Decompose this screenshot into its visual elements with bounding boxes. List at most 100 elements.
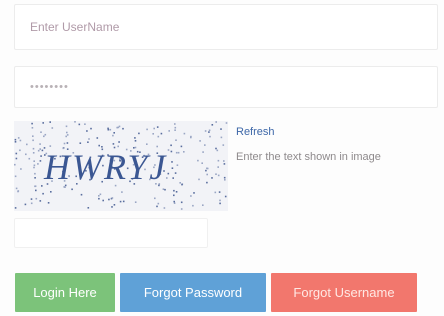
login-form: Enter UserName •••••••• HWRYJ Refresh En…: [0, 0, 444, 316]
captcha-noise-dot: [96, 137, 99, 139]
captcha-noise-dot: [225, 122, 228, 124]
captcha-noise-dot: [171, 167, 174, 169]
captcha-noise-dot: [183, 151, 185, 153]
captcha-noise-dot: [87, 207, 90, 209]
captcha-noise-dot: [180, 145, 183, 148]
forgot-password-button[interactable]: Forgot Password: [120, 273, 266, 312]
captcha-noise-dot: [138, 132, 140, 135]
captcha-noise-dot: [216, 149, 219, 152]
captcha-noise-dot: [205, 169, 207, 172]
captcha-noise-dot: [201, 162, 203, 164]
captcha-noise-dot: [180, 208, 183, 210]
captcha-noise-dot: [164, 188, 166, 191]
captcha-noise-dot: [35, 197, 38, 200]
captcha-noise-dot: [24, 203, 27, 206]
captcha-noise-dot: [17, 190, 19, 193]
captcha-noise-dot: [42, 192, 44, 195]
username-field[interactable]: Enter UserName: [14, 4, 438, 50]
captcha-noise-dot: [66, 142, 69, 144]
captcha-noise-dot: [49, 121, 51, 123]
captcha-input[interactable]: [14, 218, 208, 248]
captcha-noise-dot: [177, 151, 180, 154]
captcha-noise-dot: [122, 127, 124, 130]
captcha-noise-dot: [170, 150, 173, 153]
captcha-noise-dot: [118, 141, 120, 143]
captcha-noise-dot: [51, 127, 54, 129]
password-field[interactable]: ••••••••: [14, 66, 438, 108]
captcha-noise-dot: [153, 127, 155, 130]
captcha-noise-dot: [39, 160, 42, 162]
captcha-noise-dot: [113, 204, 116, 206]
refresh-captcha-link[interactable]: Refresh: [236, 126, 275, 138]
captcha-noise-dot: [32, 139, 34, 142]
captcha-noise-dot: [170, 144, 172, 147]
captcha-noise-dot: [193, 192, 195, 194]
captcha-noise-dot: [66, 134, 69, 136]
captcha-noise-dot: [220, 136, 223, 139]
captcha-noise-dot: [17, 137, 20, 139]
captcha-noise-dot: [14, 175, 17, 178]
captcha-noise-dot: [163, 207, 166, 209]
captcha-noise-dot: [179, 182, 181, 184]
login-button[interactable]: Login Here: [15, 273, 115, 312]
captcha-noise-dot: [43, 135, 45, 138]
captcha-noise-dot: [14, 163, 16, 166]
captcha-noise-dot: [71, 188, 73, 191]
captcha-noise-dot: [78, 123, 81, 126]
captcha-noise-dot: [25, 153, 27, 156]
captcha-noise-dot: [19, 139, 22, 142]
captcha-noise-dot: [134, 201, 137, 203]
captcha-noise-dot: [173, 189, 175, 192]
captcha-noise-dot: [197, 159, 199, 162]
captcha-noise-dot: [15, 152, 18, 155]
captcha-noise-dot: [113, 132, 115, 134]
captcha-noise-dot: [215, 147, 217, 150]
captcha-noise-dot: [111, 206, 113, 208]
captcha-noise-dot: [112, 143, 115, 145]
captcha-noise-dot: [65, 125, 68, 128]
captcha-noise-dot: [224, 195, 227, 198]
captcha-noise-dot: [154, 197, 156, 200]
captcha-noise-dot: [33, 166, 35, 169]
captcha-noise-dot: [175, 151, 178, 154]
captcha-noise-dot: [174, 123, 176, 125]
captcha-noise-dot: [223, 160, 225, 162]
password-value: ••••••••: [30, 81, 69, 93]
captcha-noise-dot: [30, 198, 33, 200]
captcha-noise-dot: [119, 200, 122, 203]
captcha-noise-dot: [211, 124, 214, 126]
captcha-noise-dot: [217, 166, 219, 168]
captcha-noise-dot: [217, 159, 220, 162]
captcha-noise-dot: [192, 204, 194, 207]
captcha-text: HWRYJ: [43, 147, 167, 187]
captcha-noise-dot: [206, 167, 209, 170]
captcha-noise-dot: [218, 191, 221, 193]
captcha-noise-dot: [190, 195, 192, 197]
captcha-noise-dot: [157, 202, 160, 205]
captcha-noise-dot: [174, 126, 177, 129]
captcha-noise-dot: [172, 177, 174, 179]
captcha-noise-dot: [160, 132, 163, 135]
captcha-noise-dot: [156, 126, 159, 128]
captcha-noise-dot: [224, 179, 226, 181]
captcha-noise-dot: [79, 142, 82, 144]
captcha-noise-dot: [99, 193, 102, 196]
captcha-noise-dot: [116, 126, 118, 129]
captcha-noise-dot: [80, 193, 83, 196]
captcha-noise-dot: [208, 129, 211, 132]
captcha-graphic: HWRYJ: [14, 121, 228, 211]
captcha-noise-dot: [88, 138, 90, 140]
captcha-noise-dot: [63, 142, 66, 145]
captcha-noise-dot: [223, 176, 226, 179]
captcha-noise-dot: [86, 130, 88, 132]
forgot-username-button[interactable]: Forgot Username: [271, 273, 417, 312]
captcha-noise-dot: [157, 135, 160, 138]
captcha-noise-dot: [183, 132, 186, 135]
captcha-noise-dot: [33, 164, 36, 167]
captcha-noise-dot: [174, 172, 177, 174]
captcha-noise-dot: [202, 204, 204, 206]
captcha-noise-dot: [173, 200, 175, 203]
captcha-noise-dot: [219, 199, 221, 202]
captcha-noise-dot: [171, 161, 173, 163]
captcha-noise-dot: [122, 200, 125, 203]
